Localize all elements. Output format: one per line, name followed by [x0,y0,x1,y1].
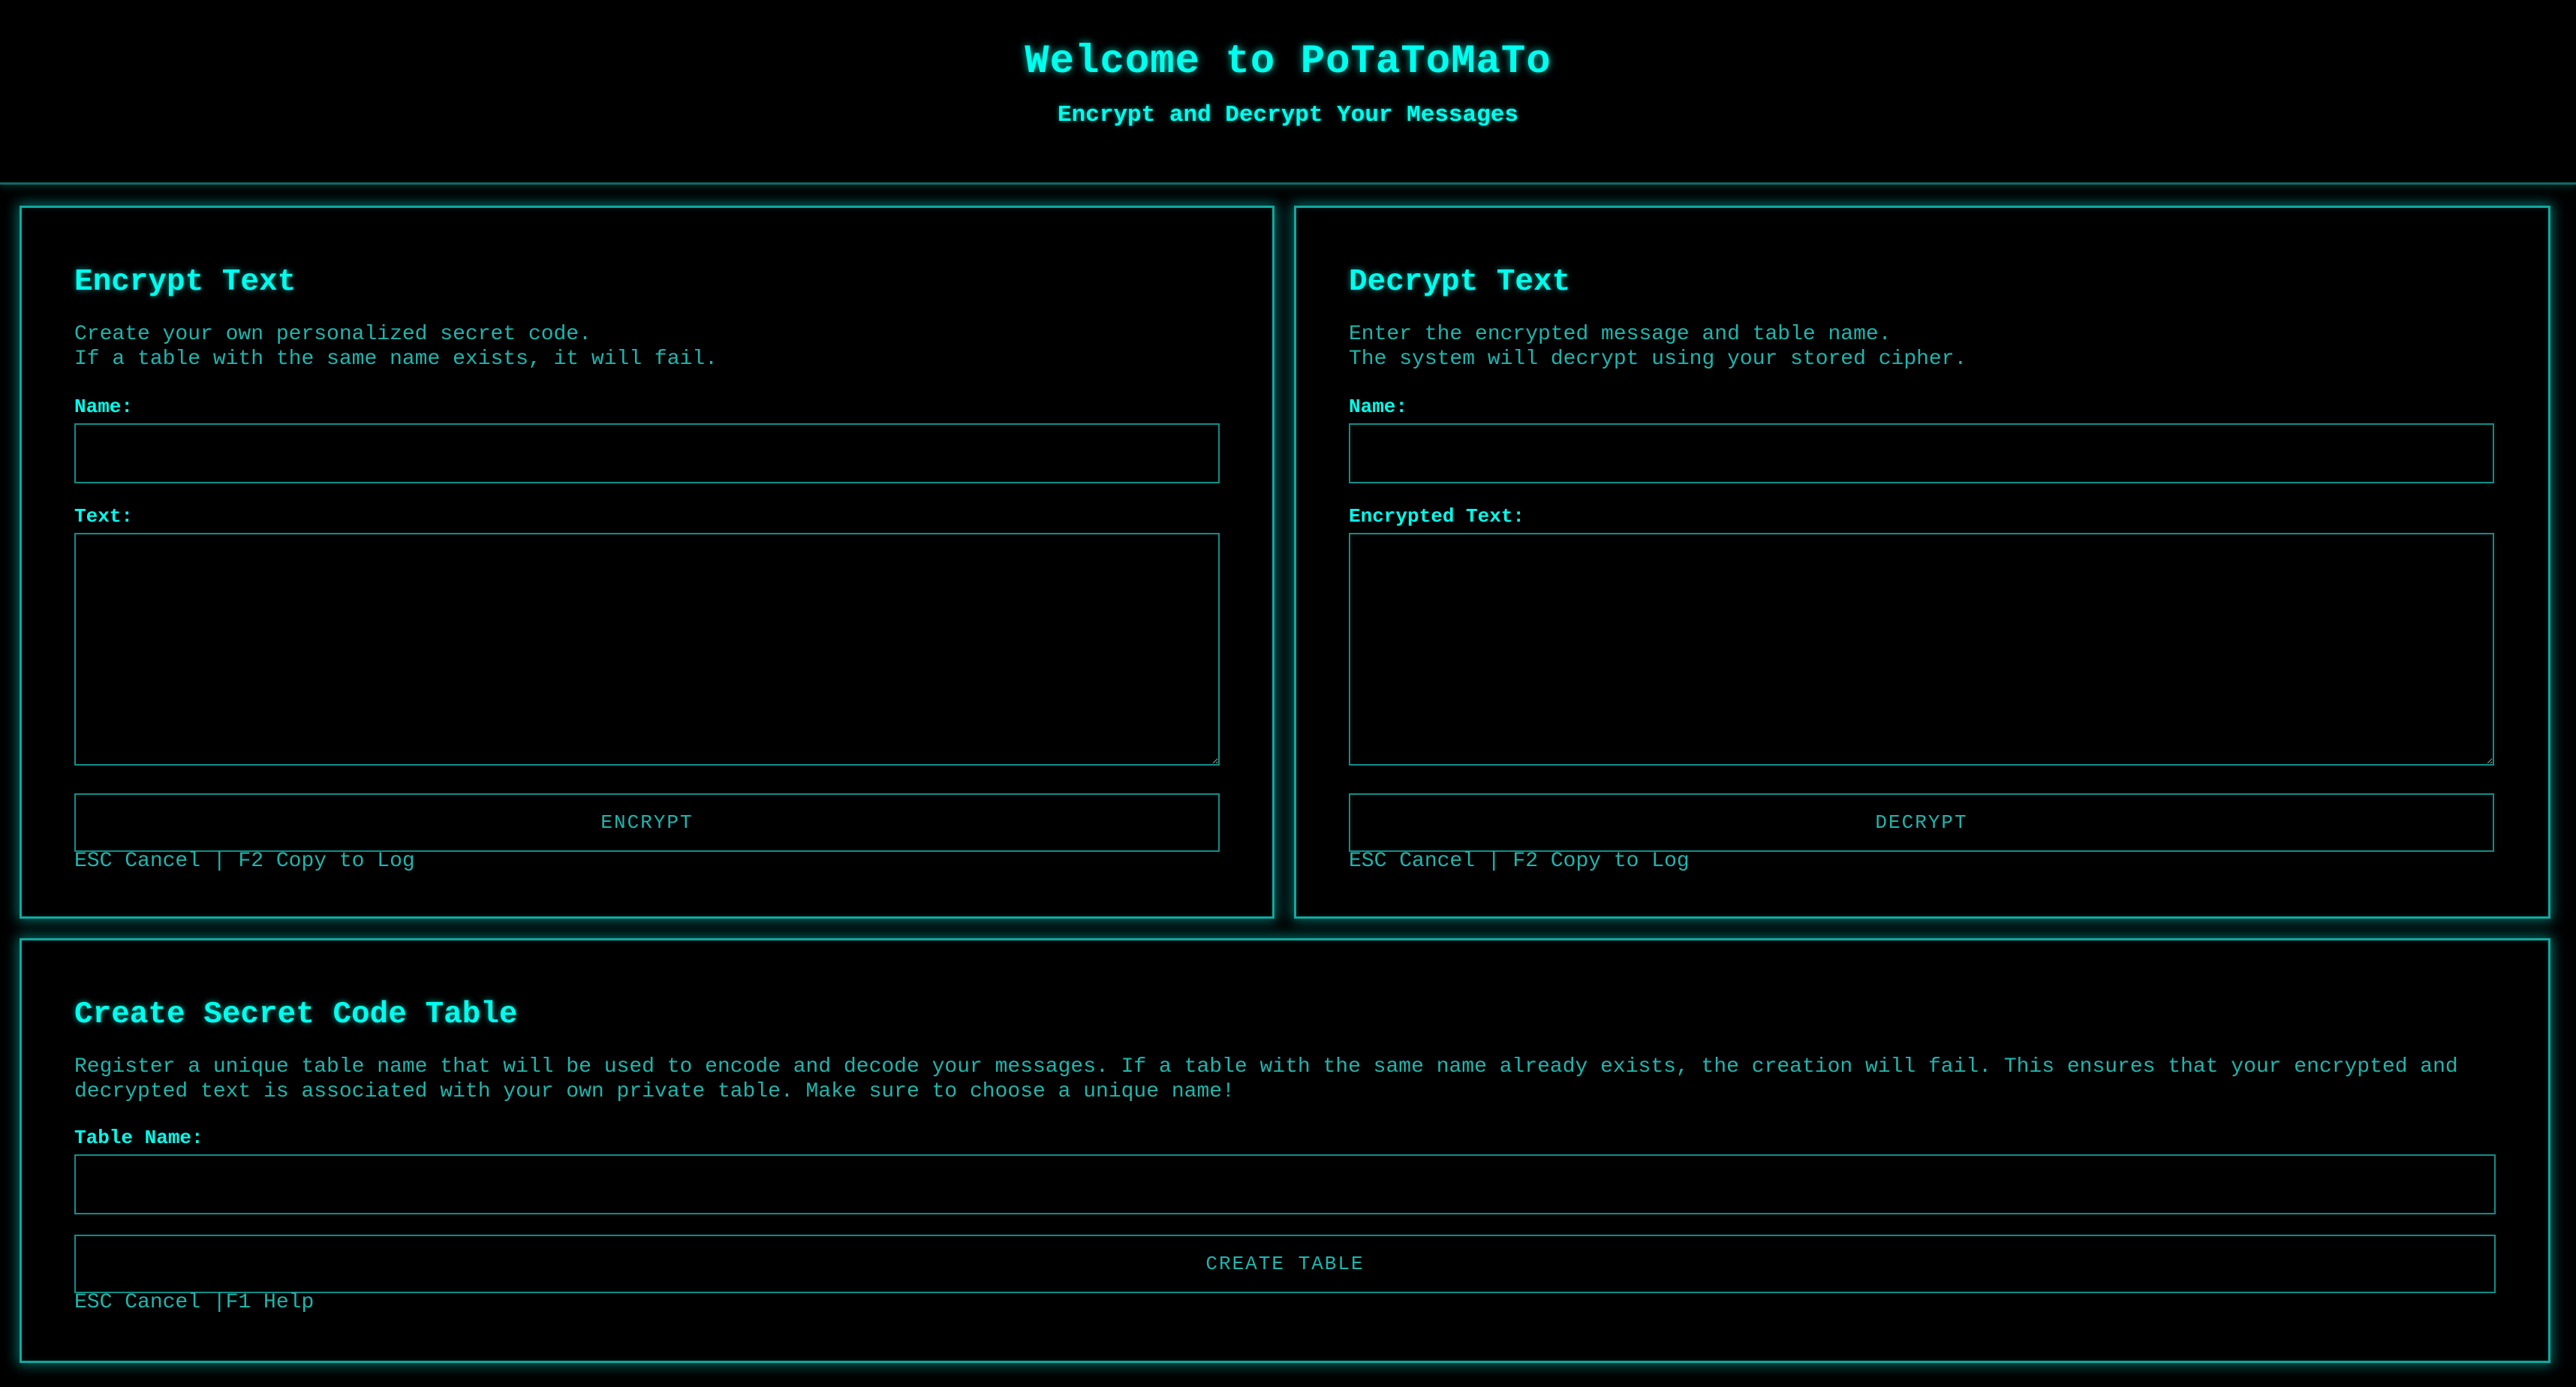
create-table-panel: Create Secret Code Table Register a uniq… [20,938,2550,1363]
encrypt-panel: Encrypt Text Create your own personalize… [20,206,1274,919]
decrypt-button[interactable]: DECRYPT [1349,793,2494,852]
app-header: Welcome to PoTaToMaTo Encrypt and Decryp… [0,0,2576,185]
create-table-button[interactable]: CREATE TABLE [74,1235,2496,1293]
encrypt-button[interactable]: ENCRYPT [74,793,1220,852]
encrypt-text-label: Text: [74,505,134,528]
table-name-label: Table Name: [74,1127,203,1149]
decrypt-text-label: Encrypted Text: [1349,505,1525,528]
page-subtitle: Encrypt and Decrypt Your Messages [1058,102,1518,128]
decrypt-title: Decrypt Text [1349,265,1571,299]
decrypt-panel: Decrypt Text Enter the encrypted message… [1294,206,2550,919]
encrypt-text-input[interactable] [74,533,1220,766]
encrypt-shortcuts-hint: ESC Cancel | F2 Copy to Log [74,850,415,873]
decrypt-description: Enter the encrypted message and table na… [1349,323,1967,371]
encrypt-name-label: Name: [74,396,134,418]
create-table-title: Create Secret Code Table [74,997,518,1032]
decrypt-shortcuts-hint: ESC Cancel | F2 Copy to Log [1349,850,1690,873]
table-name-input[interactable] [74,1154,2496,1214]
encrypt-description: Create your own personalized secret code… [74,323,718,371]
decrypt-name-label: Name: [1349,396,1408,418]
create-table-shortcuts-hint: ESC Cancel |F1 Help [74,1291,314,1314]
page-title: Welcome to PoTaToMaTo [1025,39,1551,85]
decrypt-name-input[interactable] [1349,423,2494,483]
encrypt-name-input[interactable] [74,423,1220,483]
decrypt-text-input[interactable] [1349,533,2494,766]
create-table-description: Register a unique table name that will b… [74,1055,2458,1103]
encrypt-title: Encrypt Text [74,265,296,299]
